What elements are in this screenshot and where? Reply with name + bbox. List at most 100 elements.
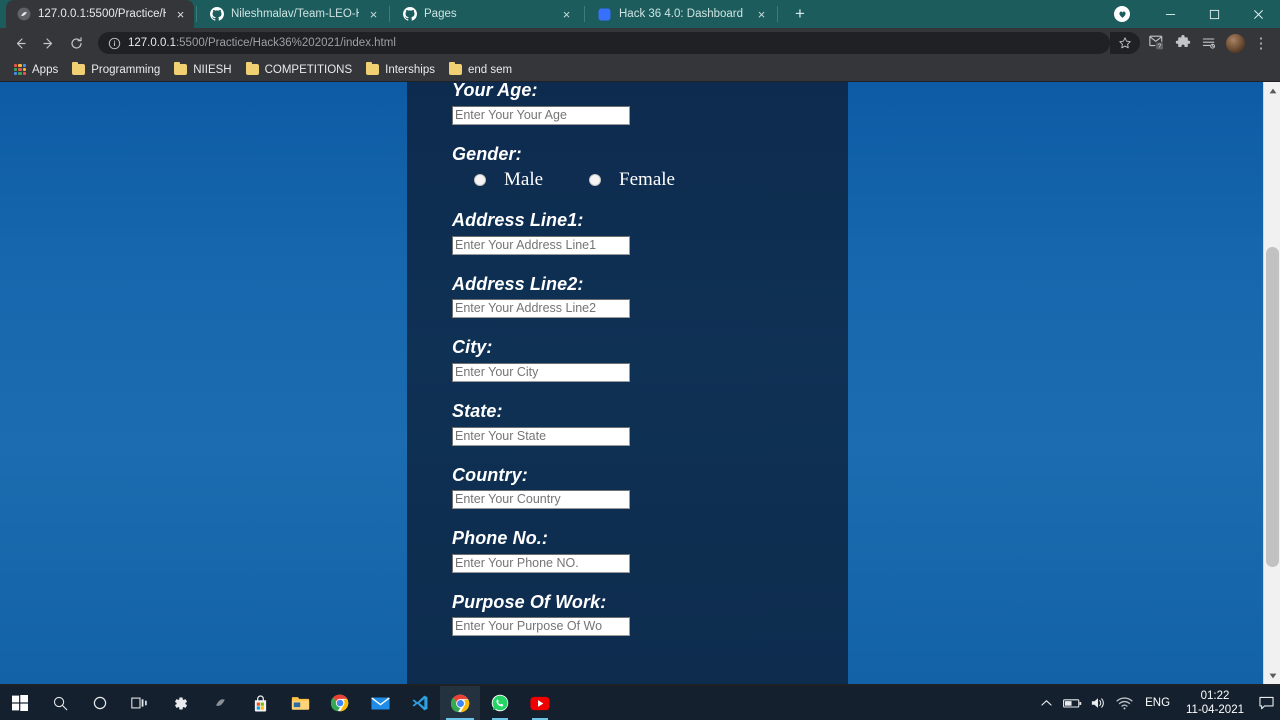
radio-male-label: Male [504,169,544,191]
registration-form-panel: Your Age: Enter Your Your Age Gender: Ma… [407,82,848,684]
input-city[interactable]: Enter Your City [452,362,630,382]
language-indicator[interactable]: ENG [1137,697,1178,709]
system-tray: ENG 01:22 11-04-2021 [1033,686,1280,720]
page-scrollbar[interactable] [1263,82,1280,684]
maximize-button[interactable] [1192,0,1236,28]
devfolio-icon [597,7,612,22]
scrollbar-thumb[interactable] [1266,247,1279,567]
folder-icon [174,62,188,75]
wifi-icon[interactable] [1111,686,1137,720]
radio-item-male[interactable]: Male [474,169,589,191]
battery-icon[interactable] [1059,686,1085,720]
clock-date: 11-04-2021 [1186,704,1244,716]
clock-time: 01:22 [1200,689,1230,702]
radio-female-label: Female [619,169,675,191]
bookmark-niiesh[interactable]: NIIESH [168,62,239,78]
bookmark-competitions[interactable]: COMPETITIONS [240,62,361,78]
browser-tab-3-close-icon[interactable]: × [559,7,574,22]
label-state: State: [452,400,503,421]
app-grey-button[interactable] [200,686,240,720]
address-bar[interactable]: 127.0.0.1:5500/Practice/Hack36%202021/in… [98,32,1110,54]
bookmark-programming[interactable]: Programming [66,62,168,78]
input-address-line2[interactable]: Enter Your Address Line2 [452,299,630,319]
extensions-puzzle-icon[interactable] [1170,30,1196,56]
input-your-age[interactable]: Enter Your Your Age [452,105,630,125]
reading-list-icon[interactable] [1196,30,1222,56]
show-hidden-icons-button[interactable] [1033,686,1059,720]
task-view-button[interactable] [120,686,160,720]
bookmark-programming-label: Programming [91,63,161,76]
scrollbar-down-arrow-icon[interactable] [1264,667,1280,684]
browser-tab-1-close-icon[interactable]: × [173,7,188,22]
label-address-line1: Address Line1: [452,210,584,231]
whatsapp-button[interactable] [480,686,520,720]
radio-male[interactable] [474,174,486,187]
chrome-active-button[interactable] [440,686,480,720]
folder-icon [245,62,259,75]
input-address-line1[interactable]: Enter Your Address Line1 [452,235,630,255]
close-button[interactable] [1236,0,1280,28]
radio-female[interactable] [589,174,602,187]
volume-icon[interactable] [1085,686,1111,720]
input-state[interactable]: Enter Your State [452,426,630,446]
browser-tab-3[interactable]: Pages × [392,0,582,28]
browser-update-icon[interactable] [1114,6,1130,22]
youtube-button[interactable] [520,686,560,720]
microsoft-store-button[interactable] [240,686,280,720]
minimize-button[interactable] [1148,0,1192,28]
clock[interactable]: 01:22 11-04-2021 [1178,689,1252,718]
back-button[interactable] [6,29,34,57]
bookmark-star-icon[interactable] [1110,32,1140,54]
scrollbar-up-arrow-icon[interactable] [1264,82,1280,99]
browser-tab-4-close-icon[interactable]: × [754,7,769,22]
tab-separator [584,6,585,22]
settings-button[interactable] [160,686,200,720]
browser-toolbar: 127.0.0.1:5500/Practice/Hack36%202021/in… [0,28,1280,58]
browser-tab-1[interactable]: 127.0.0.1:5500/Practice/Hack36 2 × [6,0,194,28]
bookmark-apps[interactable]: Apps [8,62,66,78]
registration-form: Your Age: Enter Your Your Age Gender: Ma… [452,82,812,655]
browser-tab-3-title: Pages [424,8,457,20]
reload-button[interactable] [62,29,90,57]
chrome-button[interactable] [320,686,360,720]
file-explorer-button[interactable] [280,686,320,720]
input-purpose-of-work[interactable]: Enter Your Purpose Of Wo [452,617,630,637]
forward-button[interactable] [34,29,62,57]
bookmark-apps-label: Apps [32,63,59,76]
mail-button[interactable] [360,686,400,720]
bookmark-end-sem[interactable]: end sem [443,62,520,78]
vscode-button[interactable] [400,686,440,720]
extension-mail-icon[interactable]: ? [1144,30,1170,56]
chrome-menu-button[interactable]: ⋮ [1248,30,1274,56]
bookmark-interships-label: Interships [385,63,435,76]
bookmark-interships[interactable]: Interships [360,62,443,78]
folder-icon [448,62,462,75]
folder-icon [366,62,380,75]
start-button[interactable] [0,686,40,720]
bookmark-competitions-label: COMPETITIONS [264,63,353,76]
browser-tab-4[interactable]: Hack 36 4.0: Dashboard | Devfoli × [587,0,775,28]
cortana-button[interactable] [80,686,120,720]
bookmark-end-sem-label: end sem [467,63,513,76]
input-country[interactable]: Enter Your Country [452,490,630,510]
apps-grid-icon [14,63,26,76]
window-controls [1114,0,1280,28]
address-bar-url: 127.0.0.1:5500/Practice/Hack36%202021/in… [128,37,396,49]
input-phone-no[interactable]: Enter Your Phone NO. [452,553,630,573]
notification-icon[interactable] [1252,686,1280,720]
label-phone-no: Phone No.: [452,528,548,549]
site-info-icon[interactable] [108,37,121,50]
new-tab-button[interactable]: + [786,0,814,28]
address-bar-host: 127.0.0.1 [128,37,176,49]
github-icon [209,7,224,22]
radio-item-female[interactable]: Female [589,169,675,191]
field-gender: Gender: Male Female [452,144,812,192]
browser-tab-2[interactable]: Nileshmalav/Team-LEO-Hack36- × [199,0,387,28]
browser-tab-2-close-icon[interactable]: × [366,7,381,22]
live-server-icon [16,7,31,22]
field-phone-no: Phone No.: Enter Your Phone NO. [452,528,812,573]
folder-icon [72,62,86,75]
field-city: City: Enter Your City [452,337,812,382]
search-button[interactable] [40,686,80,720]
profile-avatar[interactable] [1222,30,1248,56]
